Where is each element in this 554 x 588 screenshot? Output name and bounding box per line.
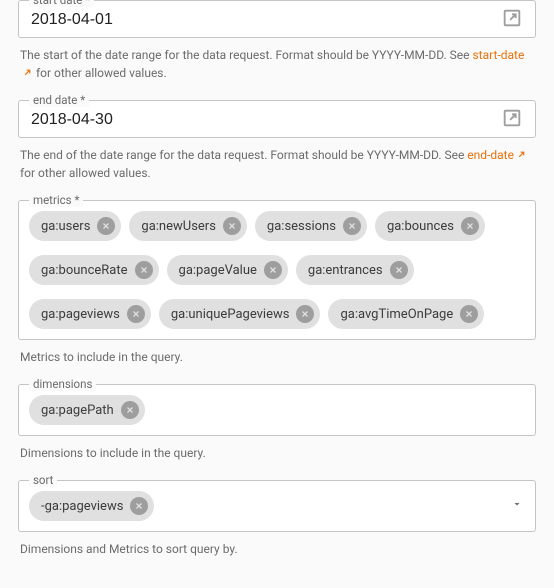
start-date-input[interactable] [31,7,493,29]
chip-label: ga:bounces [387,219,454,234]
chip-label: ga:pageviews [41,307,120,322]
chevron-down-icon[interactable] [511,498,523,514]
sort-field: sort -ga:pageviews Dimensions and Metric… [18,480,536,558]
end-date-input[interactable] [31,107,493,129]
start-date-helper: The start of the date range for the data… [20,46,536,82]
start-date-field: start date * The start of the date range… [18,0,536,82]
dimensions-helper: Dimensions to include in the query. [20,444,536,462]
chip[interactable]: ga:bounceRate [29,255,159,285]
sort-input[interactable]: sort -ga:pageviews [18,480,536,532]
metrics-field: metrics * ga:usersga:newUsersga:sessions… [18,200,536,366]
start-date-input-wrap[interactable]: start date * [18,0,536,38]
chip-label: ga:avgTimeOnPage [340,307,453,322]
chip[interactable]: ga:avgTimeOnPage [328,299,484,329]
chip-label: ga:bounceRate [41,263,128,278]
end-date-helper: The end of the date range for the data r… [20,146,536,182]
chip[interactable]: ga:users [29,211,121,241]
chip-label: ga:entrances [308,263,383,278]
start-date-label: start date * [29,0,94,7]
dimensions-field: dimensions ga:pagePath Dimensions to inc… [18,384,536,462]
end-date-label: end date * [29,93,89,107]
chip[interactable]: ga:pageValue [167,255,288,285]
close-icon[interactable] [264,261,282,279]
chip[interactable]: ga:sessions [255,211,367,241]
open-in-new-icon[interactable] [501,7,523,29]
chip-label: -ga:pageviews [41,499,123,514]
close-icon[interactable] [127,305,145,323]
end-date-link[interactable]: end-date [467,148,527,162]
sort-label: sort [29,473,57,487]
metrics-label: metrics * [29,193,83,207]
chip[interactable]: ga:entrances [296,255,414,285]
metrics-helper: Metrics to include in the query. [20,348,536,366]
chip[interactable]: -ga:pageviews [29,491,154,521]
close-icon[interactable] [461,217,479,235]
sort-helper: Dimensions and Metrics to sort query by. [20,540,536,558]
close-icon[interactable] [296,305,314,323]
chip-label: ga:uniquePageviews [171,307,290,322]
chip-label: ga:pageValue [179,263,257,278]
chip[interactable]: ga:uniquePageviews [159,299,321,329]
chip-label: ga:pagePath [41,403,114,418]
end-date-input-wrap[interactable]: end date * [18,100,536,138]
metrics-input[interactable]: metrics * ga:usersga:newUsersga:sessions… [18,200,536,340]
chip[interactable]: ga:newUsers [129,211,247,241]
dimensions-label: dimensions [29,377,96,391]
close-icon[interactable] [130,497,148,515]
close-icon[interactable] [135,261,153,279]
close-icon[interactable] [121,401,139,419]
end-date-field: end date * The end of the date range for… [18,100,536,182]
open-in-new-icon[interactable] [501,107,523,129]
close-icon[interactable] [343,217,361,235]
chip-label: ga:users [41,219,90,234]
close-icon[interactable] [460,305,478,323]
external-link-icon [22,65,33,76]
close-icon[interactable] [97,217,115,235]
dimensions-input[interactable]: dimensions ga:pagePath [18,384,536,436]
chip[interactable]: ga:pagePath [29,395,145,425]
chip[interactable]: ga:pageviews [29,299,151,329]
chip-label: ga:sessions [267,219,336,234]
chip-label: ga:newUsers [141,219,216,234]
close-icon[interactable] [223,217,241,235]
external-link-icon [516,147,527,158]
chip[interactable]: ga:bounces [375,211,485,241]
close-icon[interactable] [390,261,408,279]
